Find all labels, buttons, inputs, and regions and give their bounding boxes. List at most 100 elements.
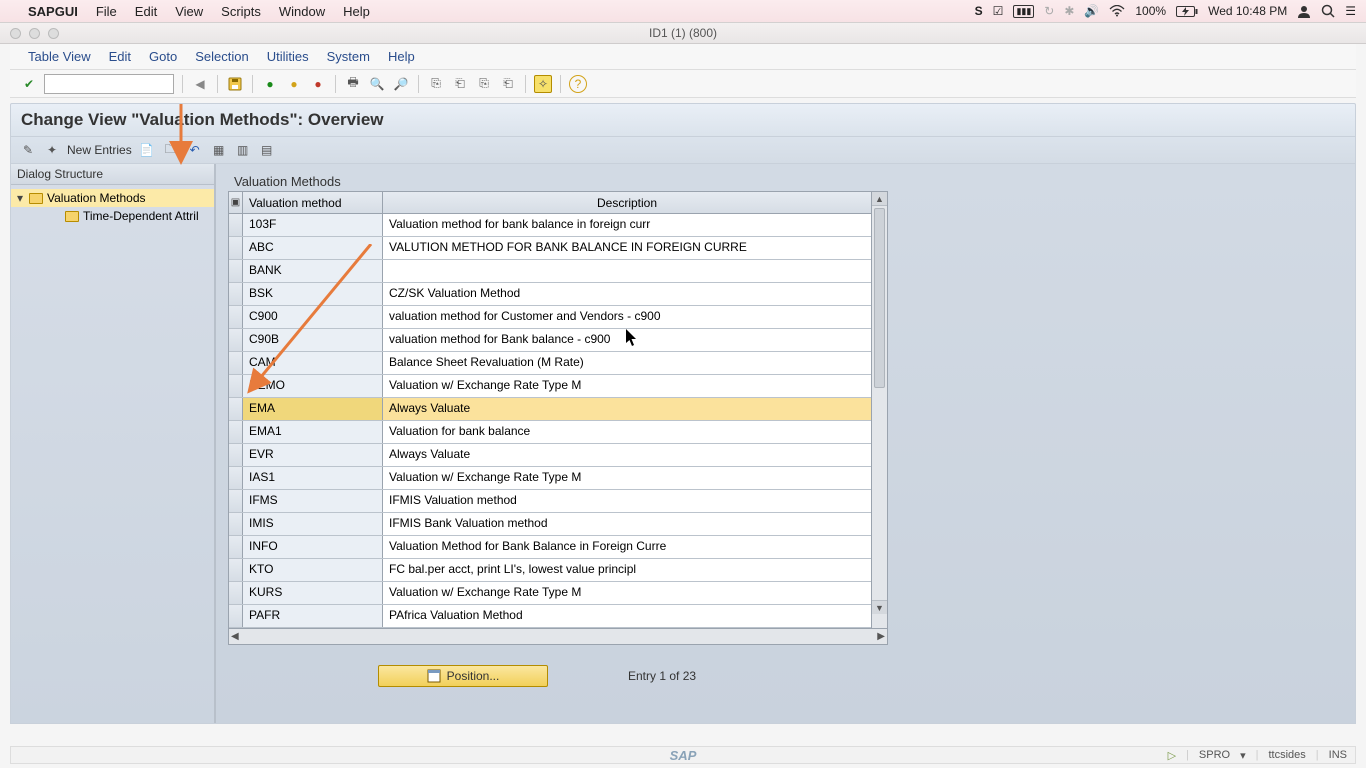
horizontal-scrollbar[interactable]: ◀ ▶ — [228, 629, 888, 645]
cell-description[interactable]: Valuation w/ Exchange Rate Type M — [383, 582, 871, 604]
cell-description[interactable]: Valuation w/ Exchange Rate Type M — [383, 467, 871, 489]
sap-menu-system[interactable]: System — [327, 49, 370, 64]
column-header-description[interactable]: Description — [383, 192, 871, 213]
user-icon[interactable] — [1297, 4, 1311, 18]
row-selector[interactable] — [229, 582, 243, 604]
back-icon[interactable]: ◀ — [191, 75, 209, 93]
row-selector[interactable] — [229, 490, 243, 512]
table-row[interactable]: C900valuation method for Customer and Ve… — [229, 306, 871, 329]
bluetooth-icon[interactable]: ✱ — [1064, 4, 1074, 18]
cell-valuation-method[interactable]: IFMS — [243, 490, 383, 512]
cell-description[interactable]: Valuation w/ Exchange Rate Type M — [383, 375, 871, 397]
row-selector[interactable] — [229, 467, 243, 489]
table-row[interactable]: ABCVALUTION METHOD FOR BANK BALANCE IN F… — [229, 237, 871, 260]
cell-valuation-method[interactable]: C90B — [243, 329, 383, 351]
column-header-code[interactable]: Valuation method — [243, 192, 383, 213]
table-row[interactable]: 103FValuation method for bank balance in… — [229, 214, 871, 237]
cell-valuation-method[interactable]: BSK — [243, 283, 383, 305]
select-all-header-icon[interactable]: ▣ — [229, 192, 243, 213]
table-row[interactable]: EVRAlways Valuate — [229, 444, 871, 467]
tree-node-valuation-methods[interactable]: ▾ Valuation Methods — [11, 189, 214, 207]
back-green-icon[interactable]: ● — [261, 75, 279, 93]
cell-description[interactable]: valuation method for Customer and Vendor… — [383, 306, 871, 328]
new-entries-button[interactable]: New Entries — [67, 143, 132, 157]
table-row[interactable]: KTOFC bal.per acct, print LI's, lowest v… — [229, 559, 871, 582]
cell-valuation-method[interactable]: 103F — [243, 214, 383, 236]
row-selector[interactable] — [229, 398, 243, 420]
table-row[interactable]: EMAAlways Valuate — [229, 398, 871, 421]
cell-description[interactable]: Valuation for bank balance — [383, 421, 871, 443]
row-selector[interactable] — [229, 329, 243, 351]
row-selector[interactable] — [229, 306, 243, 328]
checkbox-icon[interactable]: ☑︎ — [993, 4, 1004, 18]
scroll-right-icon[interactable]: ▶ — [877, 631, 885, 642]
cell-valuation-method[interactable]: CAM — [243, 352, 383, 374]
expand-icon[interactable]: ✦ — [43, 141, 61, 159]
cell-description[interactable]: VALUTION METHOD FOR BANK BALANCE IN FORE… — [383, 237, 871, 259]
row-selector[interactable] — [229, 536, 243, 558]
select-all-icon[interactable]: ▦ — [210, 141, 228, 159]
help-icon[interactable]: ? — [569, 75, 587, 93]
enter-icon[interactable]: ✔ — [20, 75, 38, 93]
find-icon[interactable]: 🔍 — [368, 75, 386, 93]
scroll-left-icon[interactable]: ◀ — [231, 631, 239, 642]
volume-icon[interactable]: 🔊 — [1084, 4, 1099, 18]
status-play-icon[interactable]: ▷ — [1168, 749, 1176, 762]
delete-icon[interactable]: 🗀 — [162, 141, 180, 159]
find-next-icon[interactable]: 🔎 — [392, 75, 410, 93]
cell-valuation-method[interactable]: INFO — [243, 536, 383, 558]
cell-valuation-method[interactable]: BANK — [243, 260, 383, 282]
cell-description[interactable]: Balance Sheet Revaluation (M Rate) — [383, 352, 871, 374]
cell-description[interactable]: FC bal.per acct, print LI's, lowest valu… — [383, 559, 871, 581]
ok-code-input[interactable] — [44, 74, 174, 94]
table-row[interactable]: IMISIFMIS Bank Valuation method — [229, 513, 871, 536]
vertical-scrollbar[interactable]: ▲ ▼ — [871, 192, 887, 628]
sync-icon[interactable]: ↻ — [1044, 4, 1054, 18]
cell-description[interactable]: Always Valuate — [383, 398, 871, 420]
row-selector[interactable] — [229, 214, 243, 236]
table-row[interactable]: CAMBalance Sheet Revaluation (M Rate) — [229, 352, 871, 375]
row-selector[interactable] — [229, 375, 243, 397]
table-row[interactable]: BANK — [229, 260, 871, 283]
row-selector[interactable] — [229, 444, 243, 466]
row-selector[interactable] — [229, 352, 243, 374]
cell-description[interactable]: PAfrica Valuation Method — [383, 605, 871, 627]
close-window-icon[interactable] — [10, 28, 21, 39]
cell-valuation-method[interactable]: KURS — [243, 582, 383, 604]
mac-menu-edit[interactable]: Edit — [135, 4, 157, 19]
mac-menu-scripts[interactable]: Scripts — [221, 4, 261, 19]
minimize-window-icon[interactable] — [29, 28, 40, 39]
row-selector[interactable] — [229, 421, 243, 443]
cell-valuation-method[interactable]: C900 — [243, 306, 383, 328]
first-page-icon[interactable]: ⎘ — [427, 75, 445, 93]
last-page-icon[interactable]: ⎗ — [499, 75, 517, 93]
scroll-thumb[interactable] — [874, 208, 885, 388]
print-icon[interactable]: 🖶 — [344, 75, 362, 93]
prev-page-icon[interactable]: ⎗ — [451, 75, 469, 93]
cell-description[interactable]: IFMIS Bank Valuation method — [383, 513, 871, 535]
row-selector[interactable] — [229, 283, 243, 305]
s-icon[interactable]: S — [975, 4, 983, 18]
cell-valuation-method[interactable]: IAS1 — [243, 467, 383, 489]
scroll-down-icon[interactable]: ▼ — [872, 600, 887, 614]
row-selector[interactable] — [229, 237, 243, 259]
table-row[interactable]: IAS1Valuation w/ Exchange Rate Type M — [229, 467, 871, 490]
table-row[interactable]: BSKCZ/SK Valuation Method — [229, 283, 871, 306]
row-selector[interactable] — [229, 605, 243, 627]
other-view-icon[interactable]: ✎ — [19, 141, 37, 159]
zoom-window-icon[interactable] — [48, 28, 59, 39]
row-selector[interactable] — [229, 559, 243, 581]
app-name[interactable]: SAPGUI — [28, 4, 78, 19]
mac-menu-file[interactable]: File — [96, 4, 117, 19]
cell-valuation-method[interactable]: IMIS — [243, 513, 383, 535]
table-row[interactable]: KURSValuation w/ Exchange Rate Type M — [229, 582, 871, 605]
new-session-icon[interactable]: ✧ — [534, 75, 552, 93]
table-row[interactable]: C90Bvaluation method for Bank balance - … — [229, 329, 871, 352]
scroll-up-icon[interactable]: ▲ — [872, 192, 887, 206]
menu-icon[interactable]: ☰ — [1345, 4, 1356, 18]
table-row[interactable]: IFMSIFMIS Valuation method — [229, 490, 871, 513]
sap-menu-help[interactable]: Help — [388, 49, 415, 64]
cell-description[interactable]: IFMIS Valuation method — [383, 490, 871, 512]
tree-twisty-icon[interactable]: ▾ — [15, 191, 25, 205]
battery-icon[interactable] — [1176, 6, 1198, 17]
